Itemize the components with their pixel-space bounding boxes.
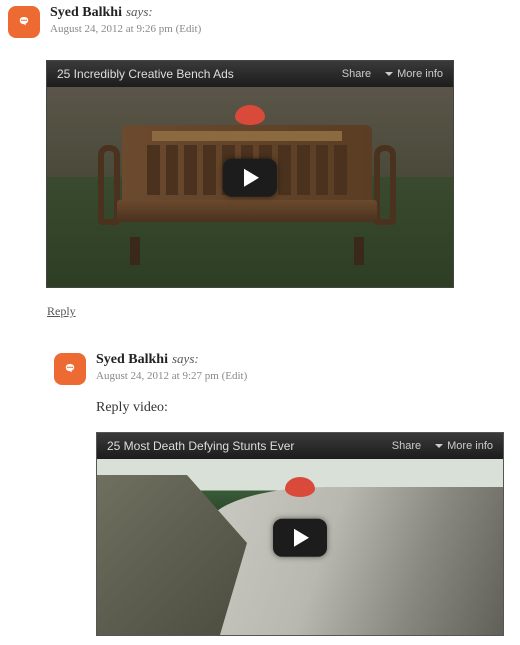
share-button[interactable]: Share (392, 440, 421, 452)
comment-meta: Syed Balkhi says: (96, 351, 512, 368)
timestamp: August 24, 2012 at 9:26 pm (Edit) (50, 23, 512, 35)
edit-link[interactable]: (Edit) (222, 370, 248, 382)
pin-icon (285, 477, 315, 497)
timestamp: August 24, 2012 at 9:27 pm (Edit) (96, 370, 512, 382)
avatar-icon (14, 12, 34, 32)
more-info-button[interactable]: More info (385, 68, 443, 80)
play-button[interactable] (273, 519, 327, 557)
reply-link[interactable]: Reply (47, 304, 76, 318)
avatar (54, 353, 86, 385)
pin-icon (235, 105, 265, 125)
comment-meta: Syed Balkhi says: (50, 4, 512, 21)
video-embed[interactable]: 25 Incredibly Creative Bench Ads Share M… (46, 60, 454, 288)
author-name[interactable]: Syed Balkhi (96, 352, 168, 368)
reply-action: Reply (47, 304, 520, 319)
play-icon (244, 169, 259, 187)
comment-content: Syed Balkhi says: August 24, 2012 at 9:2… (50, 4, 512, 38)
video-embed[interactable]: 25 Most Death Defying Stunts Ever Share … (96, 432, 504, 636)
chevron-down-icon (385, 72, 393, 76)
says-label: says: (126, 4, 153, 20)
more-info-label: More info (397, 68, 443, 80)
avatar-icon (60, 359, 80, 379)
share-button[interactable]: Share (342, 68, 371, 80)
chevron-down-icon (435, 444, 443, 448)
video-title[interactable]: 25 Most Death Defying Stunts Ever (107, 439, 392, 453)
more-info-label: More info (447, 440, 493, 452)
comment-body: Reply video: (96, 400, 512, 416)
timestamp-link[interactable]: August 24, 2012 at 9:26 pm (50, 23, 173, 35)
video-title-bar: 25 Most Death Defying Stunts Ever Share … (97, 433, 503, 459)
comment-nested: Syed Balkhi says: August 24, 2012 at 9:2… (46, 347, 520, 636)
comment-content: Syed Balkhi says: August 24, 2012 at 9:2… (96, 351, 512, 636)
avatar (8, 6, 40, 38)
play-icon (294, 529, 309, 547)
author-name[interactable]: Syed Balkhi (50, 5, 122, 21)
timestamp-link[interactable]: August 24, 2012 at 9:27 pm (96, 370, 219, 382)
play-button[interactable] (223, 159, 277, 197)
video-title-bar: 25 Incredibly Creative Bench Ads Share M… (47, 61, 453, 87)
video-title[interactable]: 25 Incredibly Creative Bench Ads (57, 67, 342, 81)
more-info-button[interactable]: More info (435, 440, 493, 452)
edit-link[interactable]: (Edit) (176, 23, 202, 35)
says-label: says: (172, 351, 199, 367)
comment: Syed Balkhi says: August 24, 2012 at 9:2… (0, 0, 520, 38)
